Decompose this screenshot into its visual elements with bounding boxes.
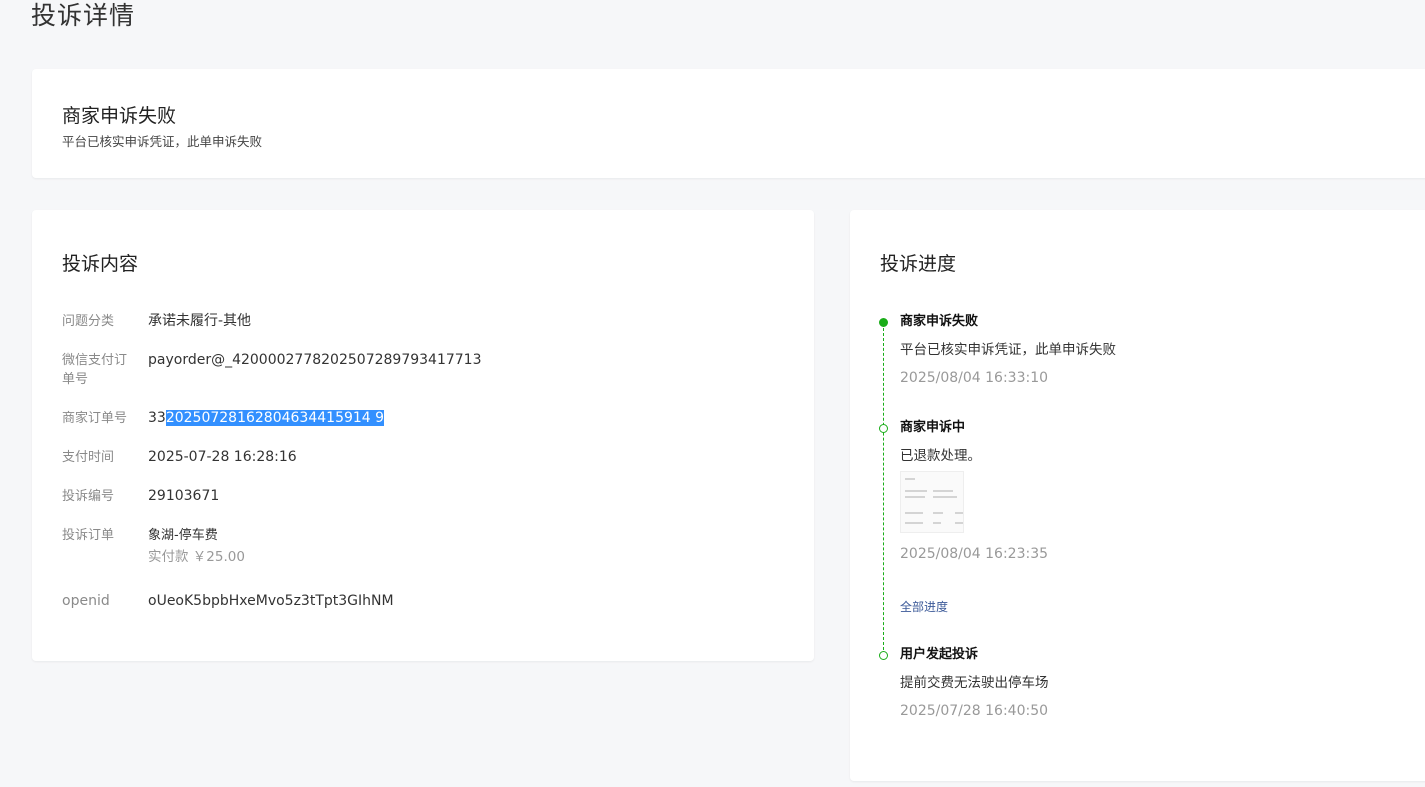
timeline-time: 2025/07/28 16:40:50 — [900, 703, 1049, 719]
complaint-content-heading: 投诉内容 — [62, 253, 139, 275]
merchant-order-selected-text[interactable]: 20250728162804634415914 9 — [165, 410, 385, 426]
status-title: 商家申诉失败 — [62, 105, 177, 127]
timeline-item-appealing: 商家申诉中 已退款处理。 2025/08/04 16:23:35 — [900, 419, 1400, 563]
timeline-dot-active — [879, 318, 888, 327]
complaint-progress-card: 投诉进度 商家申诉失败 平台已核实申诉凭证，此单申诉失败 2025/08/04 … — [850, 210, 1425, 781]
complaint-content-card: 投诉内容 问题分类 承诺未履行-其他 微信支付订 单号 payorder@_42… — [32, 210, 814, 661]
complaint-no-value: 29103671 — [148, 488, 220, 504]
timeline-time: 2025/08/04 16:33:10 — [900, 370, 1049, 386]
complaint-order-product: 象湖-停车费 — [148, 528, 218, 543]
timeline-time: 2025/08/04 16:23:35 — [900, 546, 1049, 562]
openid-value: oUeoK5bpbHxeMvo5z3tTpt3GIhNM — [148, 593, 394, 609]
evidence-thumbnail[interactable] — [900, 471, 964, 533]
progress-heading: 投诉进度 — [880, 253, 957, 275]
category-label: 问题分类 — [62, 314, 115, 329]
wechat-order-label-line1: 微信支付订 — [62, 353, 128, 368]
complaint-order-label: 投诉订单 — [62, 528, 115, 543]
merchant-order-value[interactable]: 3320250728162804634415914 9 — [148, 409, 385, 428]
all-progress-link[interactable]: 全部进度 — [900, 598, 948, 615]
timeline-line — [883, 323, 884, 655]
timeline-desc: 提前交费无法驶出停车场 — [900, 675, 1049, 691]
merchant-order-prefix: 33 — [148, 410, 166, 426]
wechat-order-value[interactable]: payorder@_4200002778202507289793417713 — [148, 351, 481, 370]
merchant-order-label: 商家订单号 — [62, 411, 128, 426]
pay-time-label: 支付时间 — [62, 450, 115, 465]
timeline-item-user-complaint: 用户发起投诉 提前交费无法驶出停车场 2025/07/28 16:40:50 — [900, 646, 1400, 720]
page-title: 投诉详情 — [31, 1, 136, 30]
timeline-title: 用户发起投诉 — [900, 647, 979, 662]
complaint-no-label: 投诉编号 — [62, 489, 115, 504]
category-value: 承诺未履行-其他 — [148, 313, 252, 329]
timeline-desc: 已退款处理。 — [900, 448, 981, 464]
timeline-dot — [879, 424, 888, 433]
openid-label: openid — [62, 593, 110, 609]
complaint-order-amount: 实付款 ￥25.00 — [148, 549, 245, 565]
timeline-title: 商家申诉中 — [900, 420, 966, 435]
complaint-order-value: 象湖-停车费 实付款 ￥25.00 — [148, 526, 245, 567]
timeline-desc: 平台已核实申诉凭证，此单申诉失败 — [900, 342, 1116, 358]
wechat-order-label-line2: 单号 — [62, 372, 89, 387]
timeline-item-appeal-failed: 商家申诉失败 平台已核实申诉凭证，此单申诉失败 2025/08/04 16:33… — [900, 313, 1400, 387]
status-description: 平台已核实申诉凭证，此单申诉失败 — [62, 134, 263, 149]
status-card: 商家申诉失败 平台已核实申诉凭证，此单申诉失败 — [32, 69, 1425, 178]
timeline-dot — [879, 651, 888, 660]
pay-time-value: 2025-07-28 16:28:16 — [148, 449, 297, 465]
timeline-title: 商家申诉失败 — [900, 314, 979, 329]
wechat-order-label: 微信支付订 单号 — [62, 351, 138, 389]
